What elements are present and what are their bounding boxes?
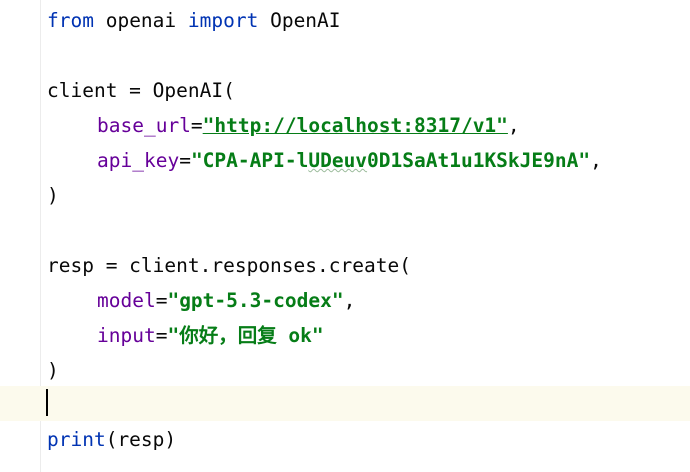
code-line-4[interactable]: base_url="http://localhost:8317/v1", [0, 108, 690, 143]
code-line-8[interactable]: resp = client.responses.create( [0, 248, 690, 283]
api-key-string-start: "CPA-API-l [190, 149, 309, 172]
input-string: "你好，回复 ok" [167, 324, 324, 347]
api-key-string-end: 0D1SaAt1u1KSkJE9nA" [367, 149, 591, 172]
code-line-11[interactable]: ) [0, 353, 690, 388]
imported-name: OpenAI [258, 9, 341, 32]
code-line-12-current[interactable] [0, 386, 690, 421]
text-caret [46, 389, 48, 416]
code-line-6[interactable]: ) [0, 178, 690, 213]
builtin-print: print [47, 428, 106, 451]
code-line-9[interactable]: model="gpt-5.3-codex", [0, 283, 690, 318]
model-string: "gpt-5.3-codex" [167, 289, 344, 312]
code-line-5[interactable]: api_key="CPA-API-lUDeuv0D1SaAt1u1KSkJE9n… [0, 143, 690, 178]
param-input: input [97, 324, 156, 347]
param-base-url: base_url [97, 114, 191, 137]
code-area[interactable]: from openai import OpenAI client = OpenA… [0, 0, 690, 472]
keyword-import: import [187, 9, 259, 32]
code-line-1[interactable]: from openai import OpenAI [0, 3, 690, 38]
param-model: model [97, 289, 156, 312]
comma: , [343, 289, 356, 312]
api-key-string-typo: UDeuv [308, 149, 368, 172]
equals-sign: = [179, 149, 191, 172]
client-assignment: client = OpenAI( [47, 79, 235, 102]
equals-sign: = [190, 114, 203, 137]
closing-paren: ) [47, 184, 59, 207]
keyword-from: from [47, 9, 94, 32]
comma: , [507, 114, 520, 137]
comma: , [590, 149, 602, 172]
base-url-string[interactable]: "http://localhost:8317/v1" [203, 114, 508, 137]
code-editor[interactable]: from openai import OpenAI client = OpenA… [0, 0, 690, 472]
code-line-10[interactable]: input="你好，回复 ok" [0, 318, 690, 353]
equals-sign: = [155, 289, 168, 312]
resp-assignment: resp = client.responses.create( [47, 254, 411, 277]
equals-sign: = [155, 324, 168, 347]
module-name: openai [93, 9, 188, 32]
code-line-13[interactable]: print(resp) [0, 422, 690, 457]
param-api-key: api_key [97, 149, 180, 172]
closing-paren: ) [47, 359, 59, 382]
code-line-3[interactable]: client = OpenAI( [0, 73, 690, 108]
print-args: (resp) [105, 428, 177, 451]
